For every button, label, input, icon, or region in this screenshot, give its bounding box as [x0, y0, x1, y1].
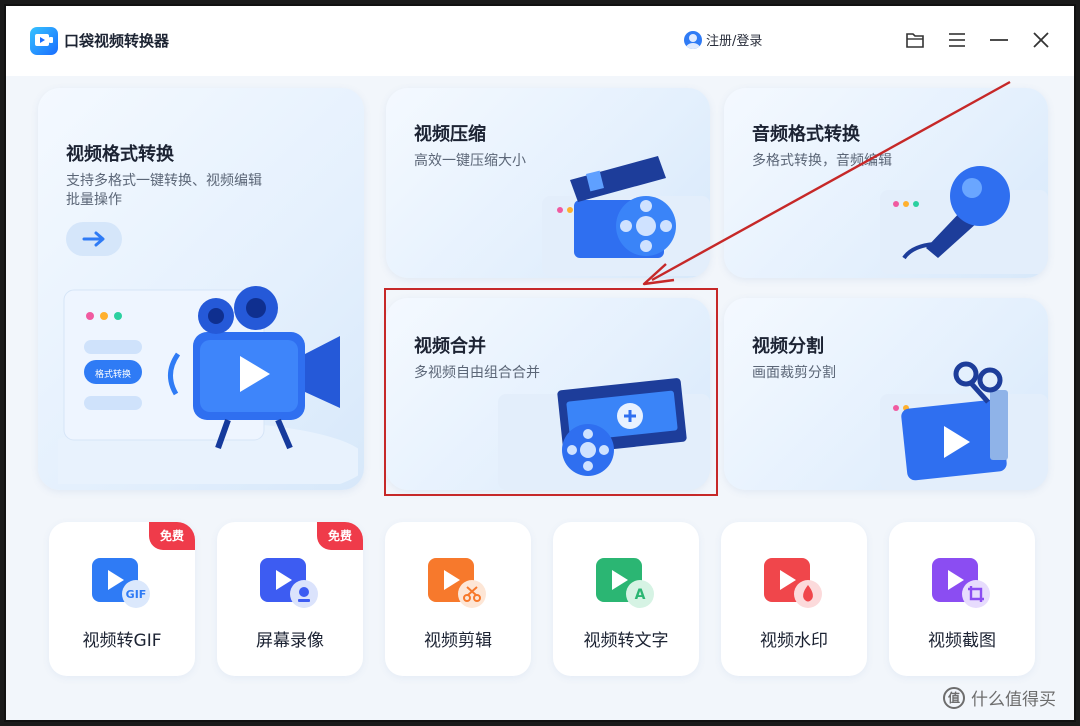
site-watermark: 值 什么值得买: [943, 685, 1056, 710]
format-pill-label: 格式转换: [95, 368, 131, 380]
card-video-compress[interactable]: 视频压缩 高效一键压缩大小: [386, 88, 710, 278]
card-audio-format-convert[interactable]: 音频格式转换 多格式转换，音频编辑: [724, 88, 1048, 278]
card-video-split[interactable]: 视频分割 画面裁剪分割: [724, 298, 1048, 490]
tool-label: 视频水印: [760, 631, 828, 651]
menu-icon: [949, 33, 965, 47]
tool-video-watermark[interactable]: 视频水印: [721, 522, 867, 676]
folder-button[interactable]: [901, 26, 929, 54]
watermark-logo-icon: 值: [943, 686, 965, 709]
scissors-icon: [422, 552, 494, 612]
tool-screen-record[interactable]: 免费 屏幕录像: [217, 522, 363, 676]
watermark-drop-icon: [758, 552, 830, 612]
close-button[interactable]: [1027, 26, 1055, 54]
tool-label: 视频剪辑: [424, 631, 492, 651]
free-badge: 免费: [316, 522, 363, 550]
tool-video-to-gif[interactable]: 免费 GIF 视频转GIF: [49, 522, 195, 676]
merge-highlight-box: [384, 288, 718, 496]
app-title: 口袋视频转换器: [64, 32, 170, 50]
card-title: 视频压缩: [414, 124, 486, 145]
gif-icon: GIF: [86, 552, 158, 612]
card-subtitle: 多格式转换，音频编辑: [752, 153, 892, 169]
minimize-button[interactable]: [985, 26, 1013, 54]
login-button[interactable]: 注册/登录: [684, 30, 762, 49]
crop-icon: [926, 552, 998, 612]
video-cut-illustration: [874, 360, 1048, 490]
tool-label: 视频转文字: [583, 631, 669, 651]
screen-record-icon: [254, 552, 326, 612]
microphone-illustration: [874, 150, 1048, 278]
folder-icon: [906, 33, 924, 48]
minimize-icon: [990, 39, 1008, 41]
tool-video-screenshot[interactable]: 视频截图: [889, 522, 1035, 676]
arrow-right-icon: [82, 231, 105, 247]
title-bar: 口袋视频转换器 注册/登录: [6, 6, 1074, 76]
close-icon: [1033, 32, 1049, 48]
app-logo-icon: [30, 27, 58, 55]
svg-text:A: A: [635, 587, 646, 603]
card-subtitle: 高效一键压缩大小: [414, 153, 526, 169]
card-title: 音频格式转换: [752, 124, 860, 145]
card-title: 视频分割: [752, 336, 824, 357]
card-title: 视频格式转换: [66, 144, 174, 165]
app-window: 口袋视频转换器 注册/登录 视频格式转换 支持多格式一键转换、视频编辑 批量操作…: [4, 4, 1076, 722]
free-badge: 免费: [148, 522, 195, 550]
tool-video-to-text[interactable]: A 视频转文字: [553, 522, 699, 676]
card-subtitle: 画面裁剪分割: [752, 365, 836, 381]
login-label: 注册/登录: [706, 34, 763, 49]
watermark-text: 什么值得买: [971, 690, 1056, 710]
menu-button[interactable]: [943, 26, 971, 54]
text-icon: A: [590, 552, 662, 612]
tool-label: 视频转GIF: [82, 631, 162, 651]
camera-illustration: 格式转换: [38, 284, 364, 490]
go-button[interactable]: [66, 222, 122, 256]
tool-label: 屏幕录像: [256, 631, 324, 651]
tool-video-edit[interactable]: 视频剪辑: [385, 522, 531, 676]
card-subtitle-line1: 支持多格式一键转换、视频编辑: [66, 173, 262, 189]
card-video-format-convert[interactable]: 视频格式转换 支持多格式一键转换、视频编辑 批量操作 格式转换: [38, 88, 364, 490]
tool-label: 视频截图: [928, 631, 996, 651]
clapperboard-illustration: [534, 150, 710, 278]
svg-text:GIF: GIF: [126, 588, 147, 601]
card-subtitle-line2: 批量操作: [66, 192, 122, 208]
user-avatar-icon: [684, 30, 702, 49]
